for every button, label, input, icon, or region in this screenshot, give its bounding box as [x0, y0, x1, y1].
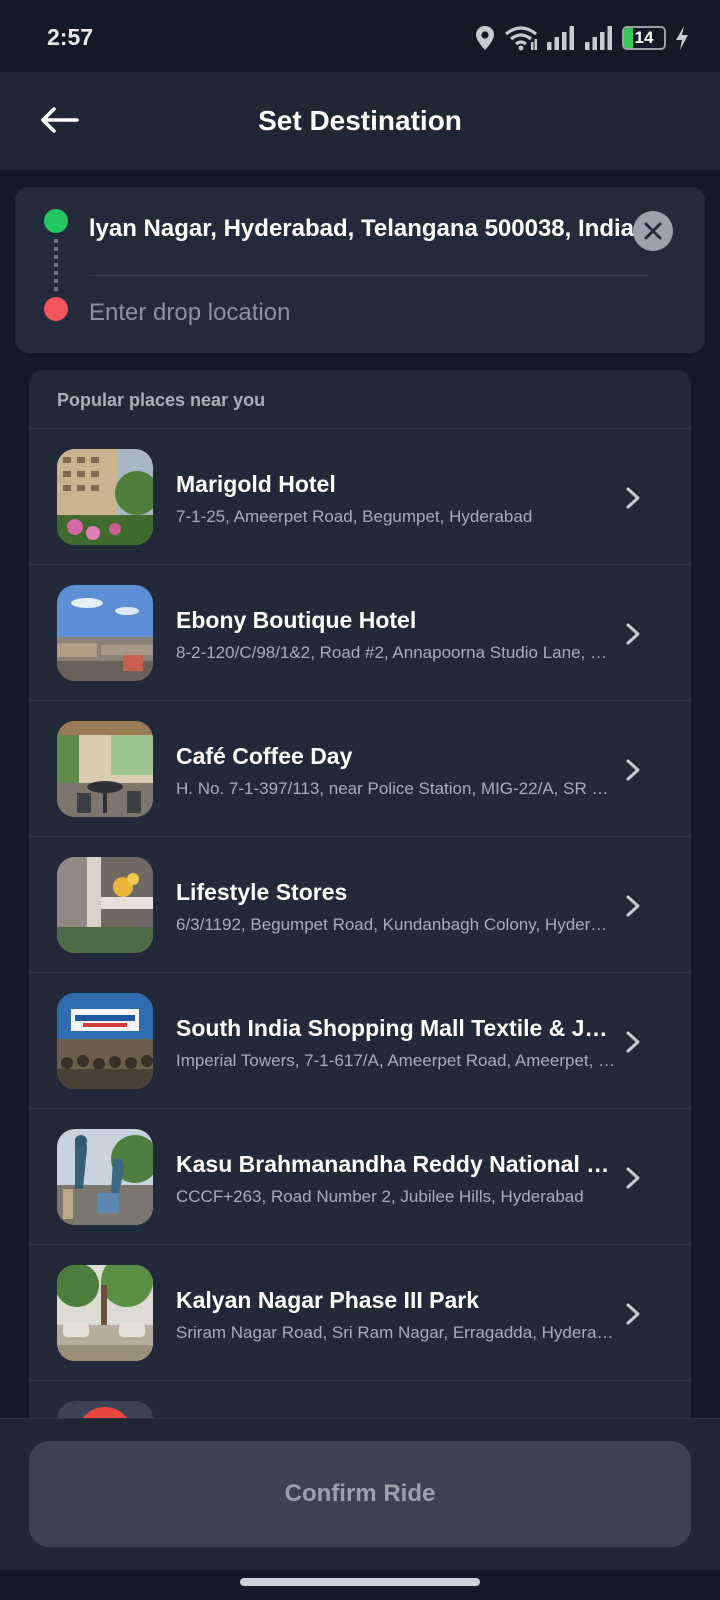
popular-places-panel: Popular places near you Marigold Hotel 7… [29, 370, 691, 1430]
drop-dot-icon [44, 297, 68, 321]
place-name: Lifestyle Stores [176, 879, 348, 905]
chevron-right-icon [626, 487, 640, 509]
chevron-right-icon [626, 1303, 640, 1325]
chevron-right-icon [626, 623, 640, 645]
status-icons: 14 [474, 24, 690, 52]
place-item[interactable]: Lifestyle Stores 6/3/1192, Begumpet Road… [29, 836, 691, 972]
pickup-dot-icon [44, 209, 68, 233]
place-thumbnail [57, 993, 153, 1089]
chevron-right-icon [626, 895, 640, 917]
place-address: 7-1-25, Ameerpet Road, Begumpet, Hyderab… [176, 507, 533, 526]
signal-icon [546, 25, 576, 51]
place-address: 6/3/1192, Begumpet Road, Kundanbagh Colo… [176, 915, 616, 934]
home-indicator[interactable] [240, 1578, 480, 1586]
drop-location-input[interactable] [89, 293, 629, 333]
signal-icon [584, 25, 614, 51]
place-name: Marigold Hotel [176, 471, 336, 497]
page-title: Set Destination [258, 105, 462, 136]
app-header: Set Destination [0, 72, 720, 170]
place-item[interactable]: Kasu Brahmanandha Reddy National Park CC… [29, 1108, 691, 1244]
route-line [54, 239, 58, 293]
place-name: Ebony Boutique Hotel [176, 607, 417, 633]
route-divider [89, 275, 649, 276]
place-thumbnail [57, 857, 153, 953]
status-bar: 2:57 14 [0, 0, 720, 72]
wifi-icon [504, 25, 538, 51]
chevron-right-icon [626, 1167, 640, 1189]
pickup-location-field[interactable]: Kalyan Nagar, Hyderabad, Telangana 50003… [89, 215, 634, 243]
place-name: South India Shopping Mall Textile & Jewe… [176, 1015, 616, 1041]
places-list: Marigold Hotel 7-1-25, Ameerpet Road, Be… [29, 428, 691, 1430]
place-thumbnail [57, 1129, 153, 1225]
close-icon [644, 222, 662, 240]
battery-icon: 14 [622, 26, 666, 50]
battery-level: 14 [634, 28, 654, 47]
chevron-right-icon [626, 759, 640, 781]
place-thumbnail [57, 449, 153, 545]
place-item[interactable]: Marigold Hotel 7-1-25, Ameerpet Road, Be… [29, 428, 691, 564]
clear-button[interactable] [633, 211, 673, 251]
place-name: Café Coffee Day [176, 743, 353, 769]
place-thumbnail [57, 585, 153, 681]
place-address: Sriram Nagar Road, Sri Ram Nagar, Erraga… [176, 1323, 616, 1342]
confirm-ride-button[interactable]: Confirm Ride [29, 1441, 691, 1547]
status-time: 2:57 [47, 24, 94, 50]
place-item[interactable]: Ebony Boutique Hotel 8-2-120/C/98/1&2, R… [29, 564, 691, 700]
place-item[interactable]: Kalyan Nagar Phase III Park Sriram Nagar… [29, 1244, 691, 1380]
location-icon [474, 25, 496, 51]
place-name: Kasu Brahmanandha Reddy National Park [176, 1151, 616, 1177]
route-card: Kalyan Nagar, Hyderabad, Telangana 50003… [15, 187, 705, 353]
places-heading: Popular places near you [57, 390, 266, 410]
charging-icon [674, 25, 690, 51]
place-item[interactable]: South India Shopping Mall Textile & Jewe… [29, 972, 691, 1108]
place-thumbnail [57, 1265, 153, 1361]
bottom-panel: Confirm Ride [0, 1418, 720, 1570]
place-address: 8-2-120/C/98/1&2, Road #2, Annapoorna St… [176, 643, 616, 662]
place-address: H. No. 7-1-397/113, near Police Station,… [176, 779, 616, 798]
place-thumbnail [57, 721, 153, 817]
place-name: Kalyan Nagar Phase III Park [176, 1287, 479, 1313]
place-address: Imperial Towers, 7-1-617/A, Ameerpet Roa… [176, 1051, 616, 1070]
chevron-right-icon [626, 1031, 640, 1053]
place-address: CCCF+263, Road Number 2, Jubilee Hills, … [176, 1187, 584, 1206]
place-item[interactable]: Café Coffee Day H. No. 7-1-397/113, near… [29, 700, 691, 836]
